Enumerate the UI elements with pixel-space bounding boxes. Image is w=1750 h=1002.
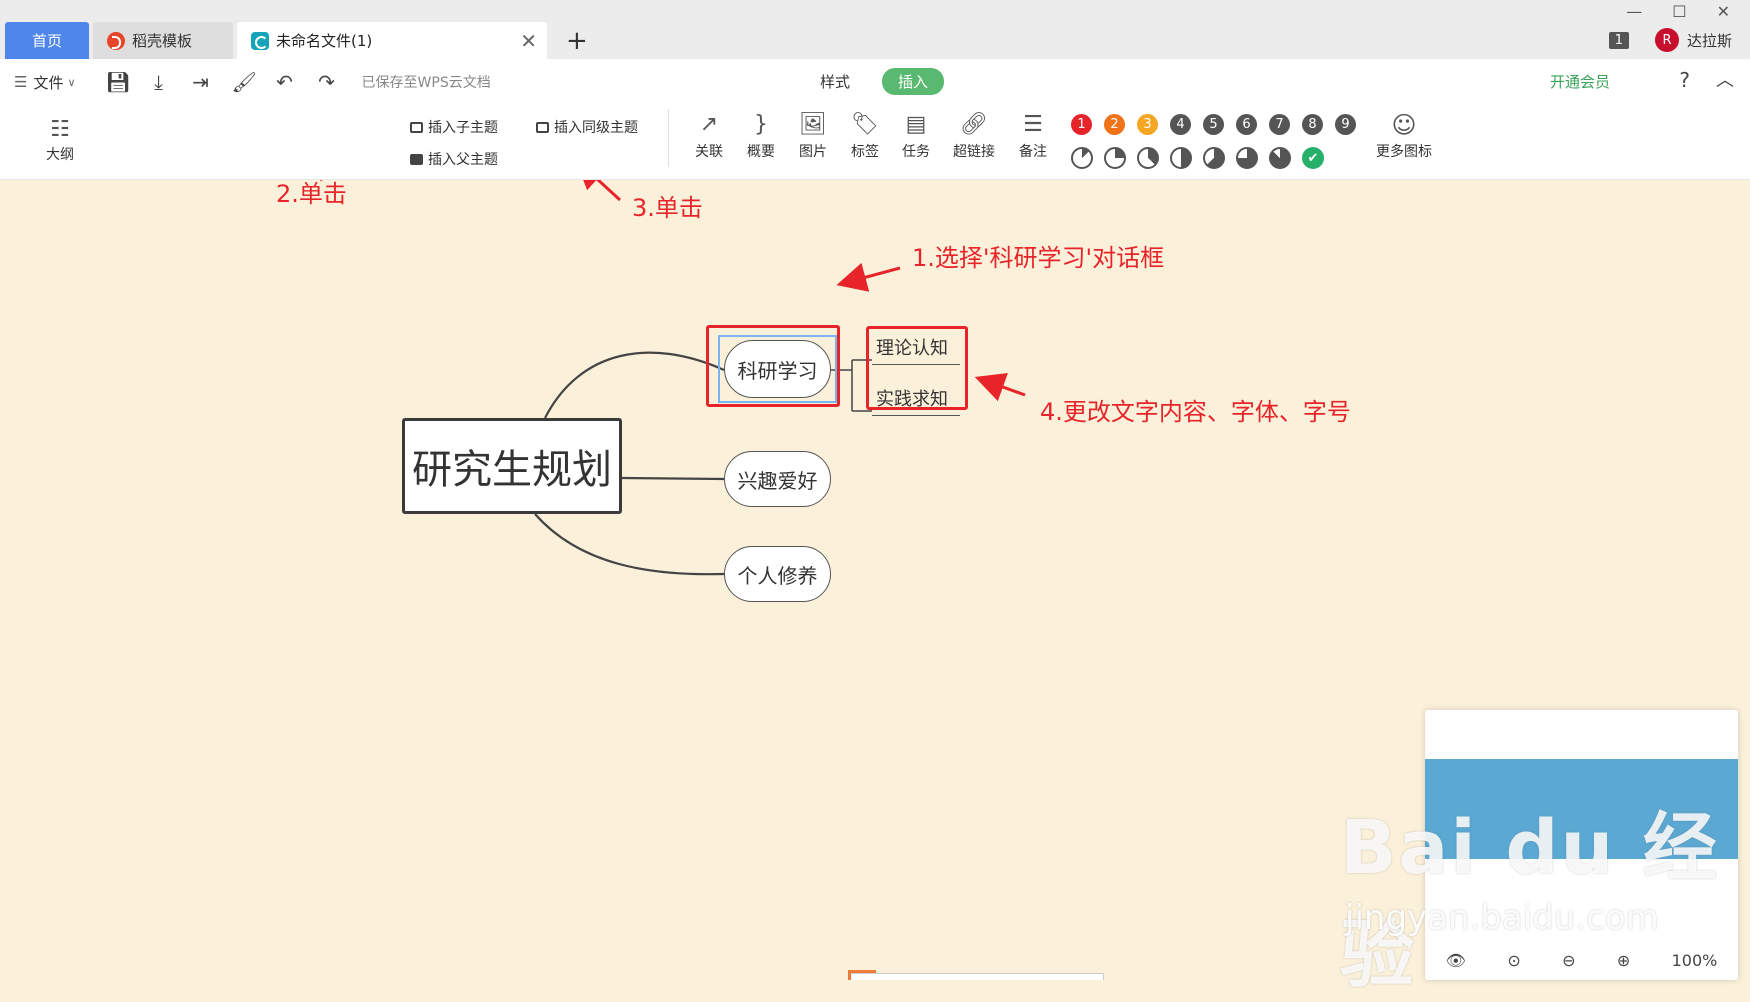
chevron-down-icon: ∨ — [67, 75, 76, 89]
outline-label: 大纲 — [46, 147, 74, 163]
bottom-panel-edge — [850, 973, 1104, 980]
tab-close-icon[interactable]: ✕ — [520, 29, 537, 53]
tab-home-label: 首页 — [31, 32, 62, 50]
ribbon-mode-tabs: 样式 插入 — [820, 68, 945, 95]
outline-button[interactable]: ☷ 大纲 — [40, 117, 80, 164]
mindmap-file-icon — [251, 31, 269, 50]
image-label: 图片 — [799, 144, 827, 160]
cloud-save-status: 已保存至WPS云文档 — [361, 75, 491, 91]
progress-three-quarters-icon[interactable] — [1236, 147, 1258, 169]
baidu-watermark-logo: Bai du 经验 — [1340, 805, 1719, 998]
priority-1-icon[interactable]: 1 — [1071, 114, 1092, 135]
more-icons-label: 更多图标 — [1376, 144, 1432, 160]
file-menu-label: 文件 — [33, 73, 64, 92]
tag-icon: 🏷︎ — [851, 112, 879, 137]
progress-complete-check-icon[interactable]: ✔ — [1302, 147, 1324, 169]
tab-insert[interactable]: 插入 — [882, 68, 945, 95]
insert-child-topic-label: 插入子主题 — [428, 120, 498, 136]
insert-sibling-topic-label: 插入同级主题 — [554, 120, 638, 136]
more-icons-button[interactable]: ☺ 更多图标 — [1371, 111, 1437, 161]
note-icon: ☰ — [1023, 112, 1043, 137]
file-menu-button[interactable]: ☰ 文件 ∨ — [14, 72, 76, 93]
tab-bar: 首页 稻壳模板 未命名文件(1) ✕ + — ☐ ✕ 1 R 达拉斯 — [0, 0, 1750, 59]
summary-label: 概要 — [747, 144, 775, 160]
tab-home[interactable]: 首页 — [5, 22, 89, 59]
priority-9-icon[interactable]: 9 — [1335, 114, 1356, 135]
insert-parent-topic-label: 插入父主题 — [428, 152, 498, 168]
progress-quarter-icon[interactable] — [1104, 147, 1126, 169]
insert-parent-topic-button[interactable]: 插入父主题 — [410, 149, 498, 169]
task-tool-button[interactable]: ▤ 任务 — [893, 111, 939, 161]
priority-8-icon[interactable]: 8 — [1302, 114, 1323, 135]
download-icon[interactable]: ⤓ — [148, 70, 170, 94]
maximize-icon[interactable]: ☐ — [1672, 2, 1686, 21]
avatar[interactable]: R — [1654, 28, 1679, 52]
tab-style[interactable]: 样式 — [820, 71, 850, 92]
help-icon[interactable]: ? — [1679, 68, 1690, 92]
priority-5-icon[interactable]: 5 — [1203, 114, 1224, 135]
progress-seven-eighths-icon[interactable] — [1269, 147, 1291, 169]
brace-icon: } — [754, 112, 768, 137]
tag-tool-button[interactable]: 🏷︎ 标签 — [842, 111, 888, 161]
redo-icon[interactable]: ↷ — [316, 70, 338, 94]
window-close-icon[interactable]: ✕ — [1717, 2, 1730, 21]
export-icon[interactable]: ⇥ — [190, 70, 212, 94]
ribbon-toolbar: ☰ 文件 ∨ 💾︎ ⤓ ⇥ 🖌︎ ↶ ↷ 已保存至WPS云文档 样式 插入 开通… — [0, 59, 1750, 180]
insert-child-topic-button[interactable]: 插入子主题 — [410, 117, 498, 137]
window-controls: — ☐ ✕ — [1626, 2, 1730, 21]
link-icon: 🔗︎ — [960, 112, 988, 137]
new-tab-plus-icon[interactable]: + — [566, 26, 588, 56]
priority-2-icon[interactable]: 2 — [1104, 114, 1125, 135]
image-icon: 🖼︎ — [799, 112, 827, 137]
child-topic-icon — [410, 121, 423, 133]
format-painter-icon[interactable]: 🖌︎ — [232, 70, 257, 94]
tab-daoke-template[interactable]: 稻壳模板 — [93, 22, 233, 59]
tab-daoke-label: 稻壳模板 — [132, 32, 193, 50]
vip-link[interactable]: 开通会员 — [1550, 71, 1610, 92]
priority-4-icon[interactable]: 4 — [1170, 114, 1191, 135]
tab-current-file[interactable]: 未命名文件(1) ✕ — [237, 22, 547, 59]
priority-6-icon[interactable]: 6 — [1236, 114, 1257, 135]
progress-three-eighths-icon[interactable] — [1137, 147, 1159, 169]
user-area: 1 R 达拉斯 — [1608, 28, 1732, 52]
sibling-topic-icon — [536, 121, 549, 133]
user-name[interactable]: 达拉斯 — [1687, 30, 1732, 51]
note-tool-button[interactable]: ☰ 备注 — [1010, 111, 1056, 161]
progress-half-icon[interactable] — [1170, 147, 1192, 169]
progress-eighth-icon[interactable] — [1071, 147, 1093, 169]
outline-icon: ☷ — [50, 117, 70, 142]
bottom-corner-mark — [848, 970, 876, 980]
summary-tool-button[interactable]: } 概要 — [738, 111, 784, 161]
relation-label: 关联 — [695, 144, 723, 160]
tab-file-label: 未命名文件(1) — [276, 32, 373, 50]
insert-sibling-topic-button[interactable]: 插入同级主题 — [536, 117, 638, 137]
hamburger-icon: ☰ — [14, 73, 28, 91]
mindmap-canvas[interactable]: 研究生规划 科研学习 兴趣爱好 个人修养 理论认知 实践求知 1.选择'科研学习… — [0, 180, 1750, 998]
relation-arrow-icon: ↗ — [699, 112, 719, 137]
toolbar-divider — [668, 109, 669, 167]
relation-tool-button[interactable]: ↗ 关联 — [686, 111, 732, 161]
smiley-icon: ☺ — [1391, 111, 1417, 139]
note-label: 备注 — [1019, 144, 1047, 160]
minimize-icon[interactable]: — — [1626, 2, 1642, 21]
image-tool-button[interactable]: 🖼︎ 图片 — [790, 111, 836, 161]
priority-7-icon[interactable]: 7 — [1269, 114, 1290, 135]
save-icon[interactable]: 💾︎ — [106, 70, 131, 94]
tag-label: 标签 — [851, 144, 879, 160]
undo-icon[interactable]: ↶ — [274, 70, 296, 94]
priority-3-icon[interactable]: 3 — [1137, 114, 1158, 135]
baidu-watermark-url: jingyan.baidu.com — [1345, 898, 1659, 938]
task-icon: ▤ — [905, 112, 927, 137]
hyperlink-label: 超链接 — [953, 144, 995, 160]
collapse-ribbon-icon[interactable]: ︿ — [1716, 66, 1734, 92]
task-label: 任务 — [902, 144, 930, 160]
progress-five-eighths-icon[interactable] — [1203, 147, 1225, 169]
parent-topic-icon — [410, 153, 423, 165]
quick-access-row: ☰ 文件 ∨ 💾︎ ⤓ ⇥ 🖌︎ ↶ ↷ 已保存至WPS云文档 — [14, 69, 491, 95]
hyperlink-tool-button[interactable]: 🔗︎ 超链接 — [948, 111, 1000, 161]
window-count-badge[interactable]: 1 — [1608, 31, 1629, 49]
daoke-logo-icon — [107, 31, 125, 50]
